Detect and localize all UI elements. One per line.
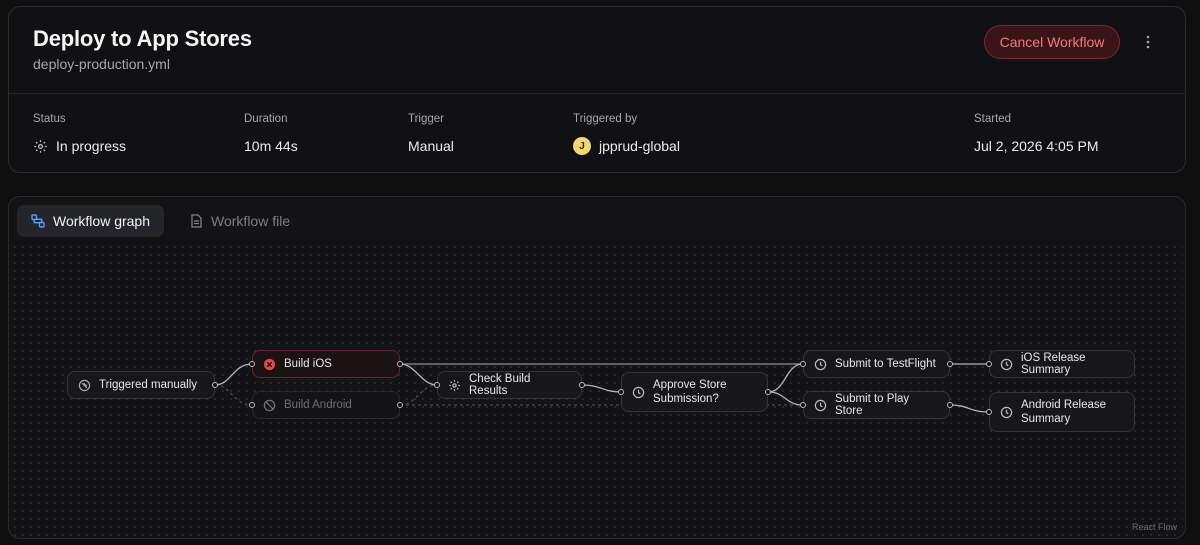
error-icon bbox=[263, 358, 276, 370]
tab-label: Workflow file bbox=[211, 213, 291, 229]
node-input-handle[interactable] bbox=[800, 361, 806, 367]
clock-icon bbox=[814, 399, 827, 411]
node-output-handle[interactable] bbox=[579, 382, 585, 388]
node-label: Check Build Results bbox=[469, 373, 531, 397]
node-output-handle[interactable] bbox=[765, 389, 771, 395]
node-output-handle[interactable] bbox=[397, 361, 403, 367]
edge-build-ios-check bbox=[399, 363, 438, 386]
workflow-file-name: deploy-production.yml bbox=[33, 56, 170, 72]
node-label: Build iOS bbox=[284, 358, 332, 370]
edge-check-approve bbox=[581, 384, 622, 393]
node-submit-to-testflight[interactable]: Submit to TestFlight bbox=[800, 350, 953, 378]
clock-icon bbox=[814, 358, 827, 370]
trigger-field: Trigger Manual bbox=[408, 113, 454, 155]
trigger-value: Manual bbox=[408, 138, 454, 154]
node-label: Submit to TestFlight bbox=[835, 358, 936, 370]
edge-playstore-android-summary bbox=[949, 404, 990, 413]
workflow-canvas[interactable]: Triggered manually Build iOS Build Andro… bbox=[11, 243, 1183, 536]
node-submit-to-play-store[interactable]: Submit to Play Store bbox=[800, 391, 953, 419]
status-value: In progress bbox=[56, 138, 127, 154]
edge-build-android-check bbox=[399, 384, 438, 406]
triggered-by-value[interactable]: jpprud-global bbox=[599, 138, 680, 154]
header-divider bbox=[9, 93, 1185, 94]
edge-trigger-build-android bbox=[214, 384, 253, 406]
node-input-handle[interactable] bbox=[249, 361, 255, 367]
tab-workflow-file[interactable]: Workflow file bbox=[176, 205, 304, 237]
graph-icon bbox=[31, 214, 45, 228]
node-input-handle[interactable] bbox=[249, 402, 255, 408]
node-label: Build Android bbox=[284, 399, 352, 411]
gear-icon bbox=[449, 379, 460, 391]
node-output-handle[interactable] bbox=[212, 382, 218, 388]
gear-icon bbox=[34, 139, 47, 153]
file-icon bbox=[191, 214, 202, 228]
node-label: Triggered manually bbox=[99, 379, 198, 391]
status-field: Status In progress bbox=[33, 113, 126, 155]
node-output-handle[interactable] bbox=[947, 361, 953, 367]
node-input-handle[interactable] bbox=[800, 402, 806, 408]
started-field: Started Jul 2, 2026 4:05 PM bbox=[974, 113, 1099, 155]
started-value: Jul 2, 2026 4:05 PM bbox=[974, 138, 1099, 154]
node-output-handle[interactable] bbox=[397, 402, 403, 408]
triggered-by-label: Triggered by bbox=[573, 113, 638, 125]
tab-workflow-graph[interactable]: Workflow graph bbox=[17, 205, 165, 237]
tab-label: Workflow graph bbox=[53, 213, 151, 229]
node-label: Android Release Summary bbox=[1021, 399, 1107, 425]
clock-icon bbox=[1000, 406, 1013, 418]
node-ios-release-summary[interactable]: iOS Release Summary bbox=[986, 350, 1135, 378]
duration-label: Duration bbox=[244, 113, 288, 125]
status-label: Status bbox=[33, 113, 66, 125]
trigger-label: Trigger bbox=[408, 113, 444, 125]
node-input-handle[interactable] bbox=[986, 409, 992, 415]
node-label: Approve Store Submission? bbox=[653, 379, 727, 405]
edge-trigger-build-ios bbox=[214, 363, 253, 386]
duration-field: Duration 10m 44s bbox=[244, 113, 298, 155]
duration-value: 10m 44s bbox=[244, 138, 298, 154]
started-label: Started bbox=[974, 113, 1012, 125]
clock-icon bbox=[1000, 358, 1013, 370]
node-input-handle[interactable] bbox=[434, 382, 440, 388]
node-output-handle[interactable] bbox=[947, 402, 953, 408]
node-check-build-results[interactable]: Check Build Results bbox=[434, 371, 585, 399]
node-label: Submit to Play Store bbox=[835, 393, 910, 417]
edge-approve-playstore bbox=[767, 391, 804, 406]
node-build-android[interactable]: Build Android bbox=[249, 391, 403, 419]
node-triggered-manually[interactable]: Triggered manually bbox=[67, 371, 218, 399]
edge-approve-testflight bbox=[767, 363, 804, 393]
more-options-button[interactable] bbox=[1137, 31, 1159, 53]
node-approve-store-submission[interactable]: Approve Store Submission? bbox=[618, 372, 771, 412]
node-label: iOS Release Summary bbox=[1021, 352, 1086, 376]
workflow-graph-panel: Workflow graph Workflow file Triggered m… bbox=[8, 196, 1186, 539]
skipped-icon bbox=[263, 399, 276, 411]
clock-icon bbox=[632, 386, 645, 398]
page-title: Deploy to App Stores bbox=[33, 26, 252, 51]
node-build-ios[interactable]: Build iOS bbox=[249, 350, 403, 378]
more-vertical-icon bbox=[1146, 35, 1150, 49]
manual-trigger-icon bbox=[78, 379, 91, 391]
triggered-by-field: Triggered by J jpprud-global bbox=[573, 113, 680, 155]
node-input-handle[interactable] bbox=[618, 389, 624, 395]
avatar: J bbox=[573, 137, 591, 155]
tab-bar: Workflow graph Workflow file bbox=[17, 205, 304, 237]
react-flow-attribution[interactable]: React Flow bbox=[1132, 522, 1177, 532]
node-android-release-summary[interactable]: Android Release Summary bbox=[986, 392, 1135, 432]
node-input-handle[interactable] bbox=[986, 361, 992, 367]
workflow-header-card: Deploy to App Stores deploy-production.y… bbox=[8, 6, 1186, 173]
cancel-workflow-button[interactable]: Cancel Workflow bbox=[984, 25, 1120, 59]
